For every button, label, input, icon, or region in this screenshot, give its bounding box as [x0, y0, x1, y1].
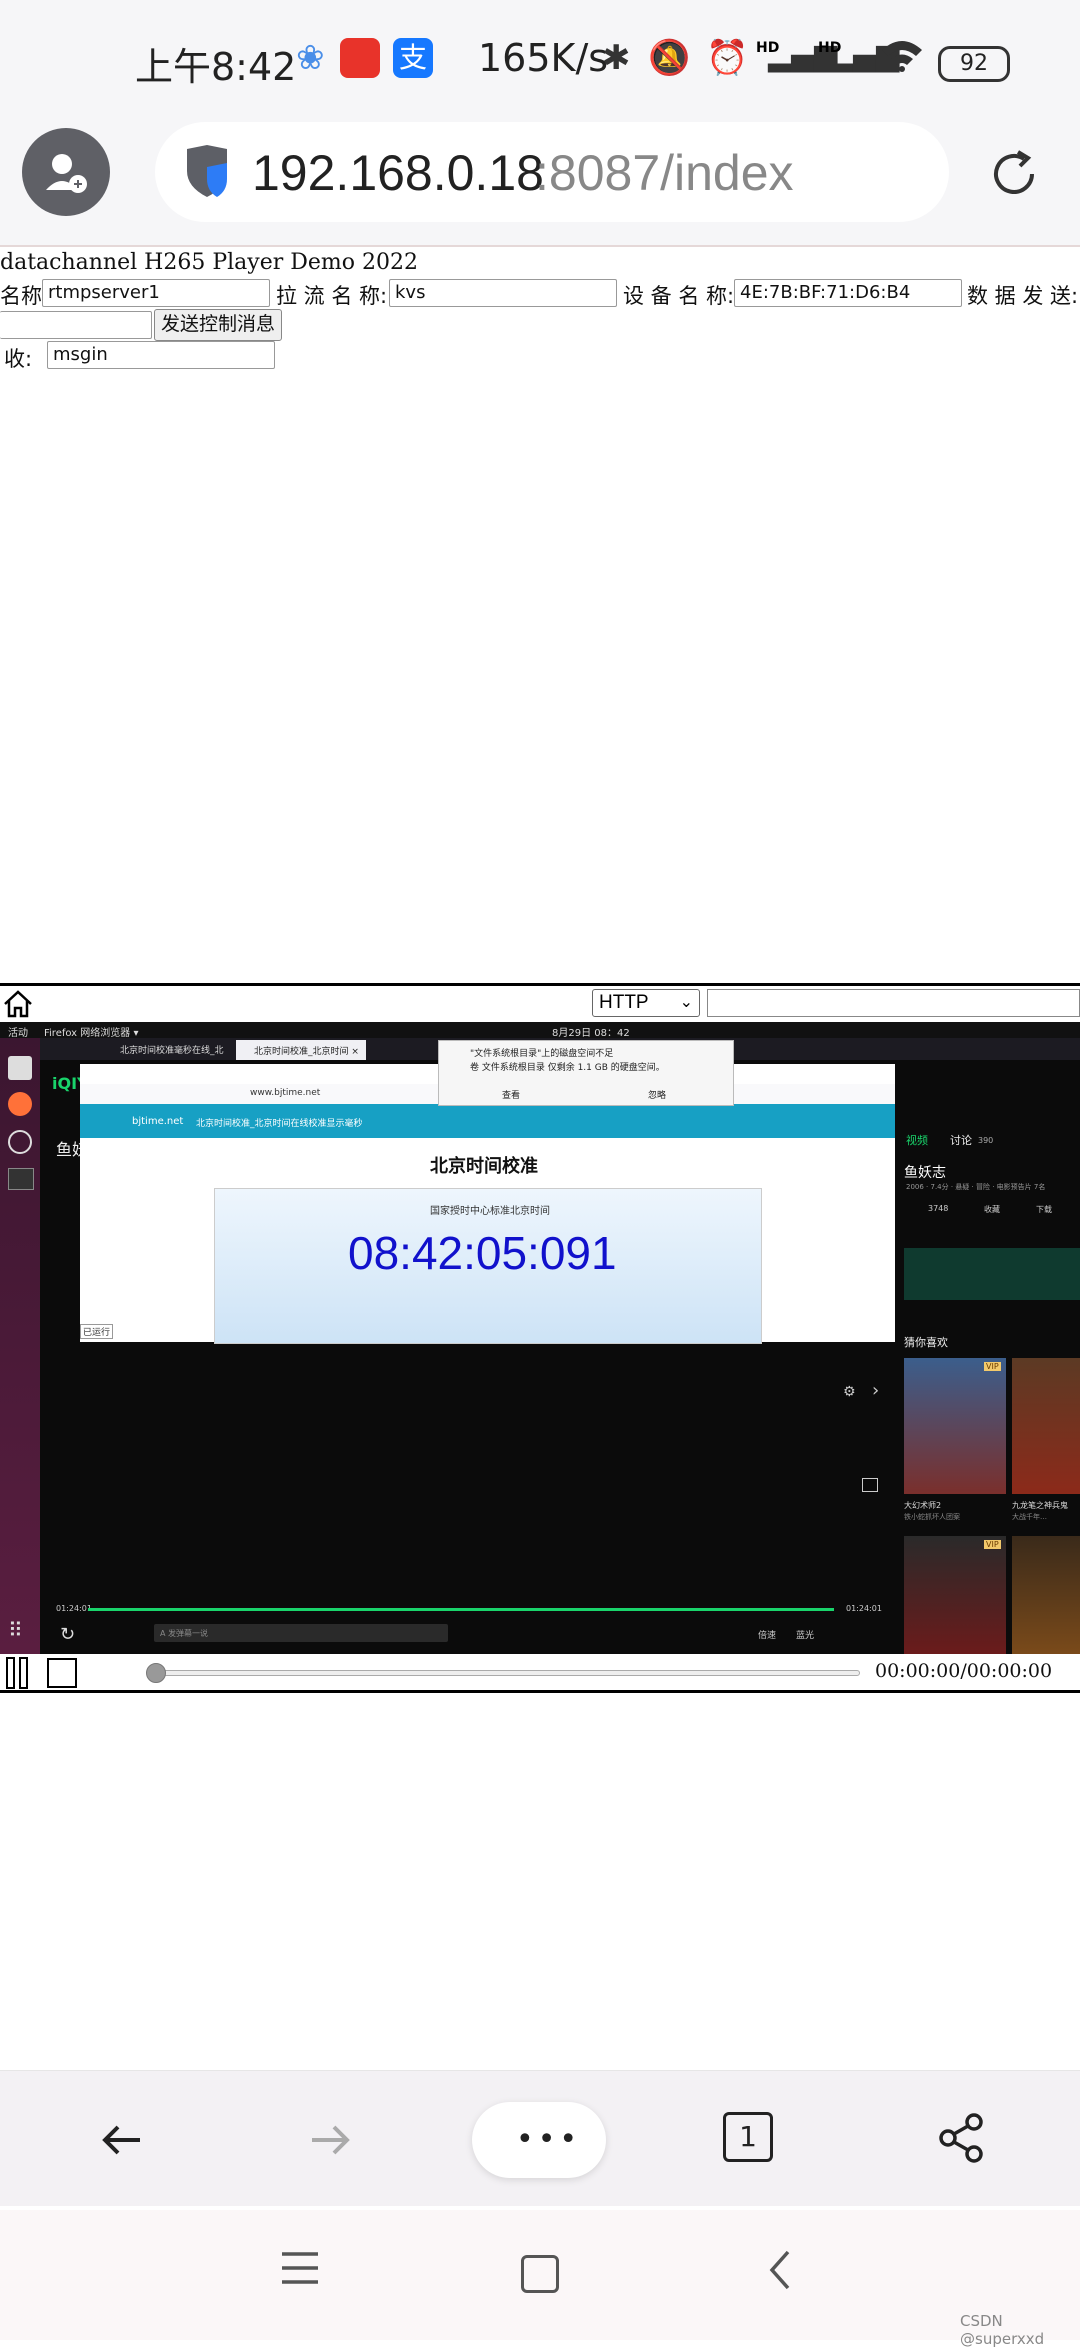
side-tab-discuss: 讨论 [950, 1134, 972, 1147]
terminal-icon [8, 1168, 34, 1190]
seek-bar[interactable] [150, 1670, 860, 1676]
watermark: CSDN @superxxd [960, 2312, 1045, 2348]
bluetooth-icon: ✱ [602, 38, 631, 78]
timer-label: 已运行 [80, 1324, 114, 1339]
page-title: datachannel H265 Player Demo 2022 [0, 250, 418, 275]
rec-poster-3 [904, 1536, 1006, 1654]
pause-icon[interactable] [4, 1656, 30, 1690]
danmaku-input: A 发弹幕一说 [160, 1629, 209, 1638]
time-readout: 00:00:00/00:00:00 [875, 1660, 1053, 1682]
add-user-icon [46, 154, 87, 193]
notice-line-1: "文件系统根目录"上的磁盘空间不足 [470, 1049, 614, 1059]
receive-label: 收: [4, 347, 33, 371]
rec-title-1: 大幻术师2 [904, 1501, 942, 1510]
tabs-count-button[interactable]: 1 [723, 2112, 773, 2162]
status-time: 上午8:42 [135, 45, 297, 89]
firefox-icon [8, 1092, 32, 1116]
settings-gear-icon [8, 1130, 32, 1154]
inner-progress [88, 1608, 834, 1611]
alipay-icon: 支 [393, 38, 433, 78]
home-square-icon[interactable] [521, 2255, 559, 2293]
recents-menu-icon[interactable] [280, 2248, 320, 2288]
back-chevron-icon[interactable] [760, 2248, 800, 2292]
app-notification-icon [340, 38, 380, 78]
cloud-app-icon: ❀ [296, 38, 325, 78]
share-icon[interactable] [934, 2110, 990, 2166]
pull-stream-input[interactable]: kvs [389, 279, 617, 307]
alarm-icon: ⏰ [706, 38, 749, 78]
seek-handle[interactable] [146, 1663, 166, 1683]
stream-url-input[interactable] [707, 989, 1080, 1017]
show-title: 鱼妖志 [904, 1165, 946, 1181]
collect-label: 收藏 [984, 1205, 1000, 1214]
device-name-label: 设 备 名 称: [623, 284, 735, 308]
rec-title-2: 九龙笔之神兵鬼 [1012, 1501, 1068, 1510]
like-count: 3748 [928, 1204, 949, 1213]
more-dots-icon: ••• [516, 2122, 582, 2157]
side-discuss-count: 390 [978, 1136, 994, 1145]
browser-tab-2: 北京时间校准_北京时间 × [254, 1047, 359, 1057]
inner-time-end: 01:24:01 [846, 1604, 882, 1613]
apps-grid-icon: ⠿ [8, 1618, 23, 1642]
quality-label: 蓝光 [796, 1631, 815, 1641]
show-thumbnail [904, 1248, 1080, 1300]
site-subheading: 国家授时中心标准北京时间 [430, 1206, 550, 1217]
protocol-select-value: HTTP [599, 992, 649, 1013]
vip-badge-2: VIP [984, 1540, 1001, 1549]
site-heading: 北京时间校准 [430, 1156, 538, 1177]
url-path[interactable]: :8087/index [535, 144, 794, 202]
files-app-icon [8, 1056, 32, 1080]
inner-settings-icon: ⚙ [843, 1384, 856, 1400]
forward-arrow-icon[interactable] [302, 2112, 358, 2168]
rec-poster-4 [1012, 1536, 1080, 1654]
video-surface[interactable]: 活动 Firefox 网络浏览器 ▾ 8月29日 08：42 ⠿ 北京时间校准毫… [0, 1022, 1080, 1654]
inner-time-start: 01:24:01 [56, 1604, 92, 1613]
send-control-message-button[interactable]: 发送控制消息 [154, 309, 282, 341]
back-arrow-icon[interactable] [94, 2112, 150, 2168]
os-clock: 8月29日 08：42 [552, 1028, 630, 1039]
notice-view-button: 查看 [502, 1091, 521, 1101]
receive-input[interactable]: msgin [47, 341, 275, 369]
network-speed: 165K/s [478, 36, 609, 80]
reload-icon[interactable] [986, 146, 1042, 202]
show-meta: 2006 · 7.4分 · 悬疑 · 冒险 · 电影预告片 7名 [906, 1183, 1046, 1191]
vip-badge-1: VIP [984, 1362, 1001, 1371]
battery-indicator: 92 [938, 46, 1010, 82]
stop-icon[interactable] [47, 1658, 77, 1688]
notice-line-2: 卷 文件系统根目录 仅剩余 1.1 GB 的硬盘空间。 [470, 1063, 665, 1073]
url-host[interactable]: 192.168.0.18 [252, 144, 544, 202]
pull-stream-label: 拉 流 名 称: [276, 284, 388, 308]
account-avatar[interactable] [22, 128, 110, 216]
data-send-label: 数 据 发 送: [967, 284, 1079, 308]
data-send-input[interactable] [0, 311, 152, 339]
side-tab-video: 视频 [906, 1134, 928, 1147]
protocol-select[interactable]: HTTP ⌄ [592, 989, 700, 1017]
rec-sub-2: 大战千年… [1012, 1513, 1047, 1521]
wifi-icon [880, 38, 924, 81]
chevron-down-icon: ⌄ [679, 994, 693, 1011]
download-label: 下载 [1036, 1205, 1052, 1214]
rec-poster-2 [1012, 1358, 1080, 1494]
more-menu-button[interactable]: ••• [472, 2102, 606, 2178]
speed-label: 倍速 [758, 1631, 777, 1641]
os-activities: 活动 [8, 1028, 28, 1039]
site-clock: 08:42:05:091 [348, 1227, 617, 1279]
guess-like-heading: 猜你喜欢 [904, 1336, 948, 1349]
browser-tab-1: 北京时间校准毫秒在线_北 [120, 1046, 224, 1056]
security-shield-icon[interactable] [183, 143, 235, 201]
chevron-right-icon: › [872, 1380, 880, 1401]
site-banner: 北京时间校准_北京时间在线校准显示毫秒 [196, 1119, 363, 1129]
os-app-menu: Firefox 网络浏览器 ▾ [44, 1028, 139, 1039]
server-name-input[interactable]: rtmpserver1 [42, 279, 270, 307]
device-name-input[interactable]: 4E:7B:BF:71:D6:B4 [734, 279, 962, 307]
home-icon[interactable] [2, 988, 34, 1020]
notice-ignore-button: 忽略 [648, 1091, 667, 1101]
site-logo: bjtime.net [132, 1116, 184, 1127]
inner-url: www.bjtime.net [250, 1088, 321, 1098]
pip-icon [862, 1478, 878, 1492]
mute-icon: 🔕 [648, 38, 691, 78]
rec-sub-1: 铁小蛇抓坏人团案 [904, 1513, 960, 1521]
inner-replay-icon: ↻ [60, 1624, 76, 1645]
rec-poster-1 [904, 1358, 1006, 1494]
